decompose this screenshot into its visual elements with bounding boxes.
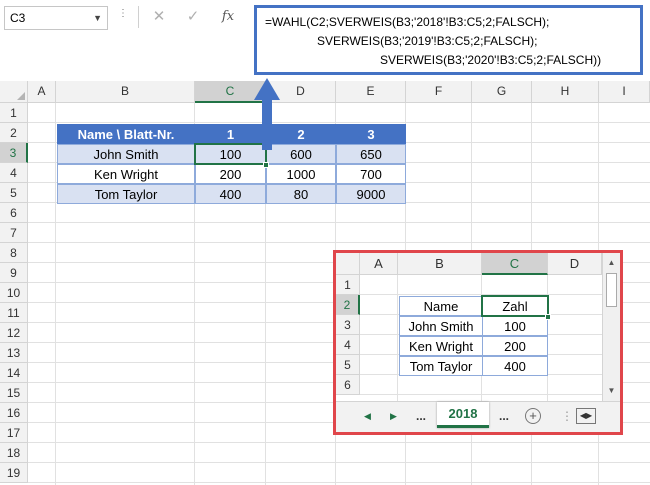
name-box-value: C3 — [10, 11, 26, 25]
column-header-g[interactable]: G — [472, 81, 532, 103]
row-header-5[interactable]: 5 — [0, 183, 28, 203]
formula-bar-separator — [138, 6, 139, 28]
next-sheet-icon[interactable]: ▶ — [390, 411, 397, 422]
row-header-16[interactable]: 16 — [0, 403, 28, 423]
gridline — [397, 275, 398, 401]
table-cell[interactable]: Ken Wright — [57, 164, 195, 184]
row-header-9[interactable]: 9 — [0, 263, 28, 283]
prev-sheet-icon[interactable]: ◀ — [364, 411, 371, 422]
inset-row-header-3[interactable]: 3 — [336, 315, 360, 335]
row-header-11[interactable]: 11 — [0, 303, 28, 323]
row-header-2[interactable]: 2 — [0, 123, 28, 143]
inset-table-cell[interactable]: John Smith — [399, 316, 483, 336]
formula-line-1: =WAHL(C2;SVERWEIS(B3;'2018'!B3:C5;2;FALS… — [265, 15, 550, 29]
gridline — [55, 103, 56, 485]
column-header-b[interactable]: B — [56, 81, 195, 103]
inset-row-header-2[interactable]: 2 — [336, 295, 360, 315]
enter-icon[interactable]: ✓ — [180, 6, 206, 28]
tab-options-icon[interactable]: ⋮ — [561, 409, 573, 423]
add-sheet-icon[interactable]: + — [525, 408, 541, 424]
select-all-corner[interactable] — [336, 253, 360, 275]
scroll-thumb[interactable] — [606, 273, 617, 307]
table-header-cell[interactable]: 1 — [195, 124, 266, 144]
inset-table-cell[interactable]: 400 — [482, 356, 548, 376]
inset-row-header-1[interactable]: 1 — [336, 275, 360, 295]
formula-line-2: SVERWEIS(B3;'2019'!B3:C5;2;FALSCH); — [317, 34, 538, 48]
table-cell[interactable]: 700 — [336, 164, 406, 184]
inset-column-header-c[interactable]: C — [482, 253, 548, 275]
column-header-i[interactable]: I — [599, 81, 650, 103]
row-header-8[interactable]: 8 — [0, 243, 28, 263]
table-header-cell[interactable]: 3 — [336, 124, 406, 144]
sheet-2018-preview: A B C D 1 2 3 4 5 6 Name Zahl John Smith… — [333, 250, 623, 435]
select-all-corner[interactable] — [0, 81, 28, 103]
column-header-a[interactable]: A — [28, 81, 56, 103]
table-header-cell[interactable]: 2 — [266, 124, 336, 144]
scroll-split-icon[interactable]: ◀▶ — [576, 408, 596, 424]
inset-table-cell[interactable]: 100 — [482, 316, 548, 336]
more-sheets-right[interactable]: ... — [499, 409, 509, 423]
table-cell[interactable]: Tom Taylor — [57, 184, 195, 204]
row-header-1[interactable]: 1 — [0, 103, 28, 123]
inset-row-header-5[interactable]: 5 — [336, 355, 360, 375]
inset-table-cell[interactable]: Ken Wright — [399, 336, 483, 356]
scroll-down-icon[interactable]: ▼ — [605, 384, 618, 398]
vertical-scrollbar[interactable]: ▲ ▼ — [602, 253, 620, 401]
cancel-icon[interactable]: ✕ — [146, 6, 172, 28]
inset-row-header-6[interactable]: 6 — [336, 375, 360, 395]
inset-column-header-a[interactable]: A — [360, 253, 398, 275]
sheet-tab-bar: ◀ ▶ ... 2018 ... + ⋮ ◀▶ — [336, 401, 620, 432]
inset-fill-handle[interactable] — [545, 314, 551, 320]
inset-row-header-4[interactable]: 4 — [336, 335, 360, 355]
callout-arrow-head — [254, 78, 280, 100]
active-cell-border — [194, 143, 267, 165]
table-cell[interactable]: 9000 — [336, 184, 406, 204]
inset-table-header-cell[interactable]: Name — [399, 296, 483, 316]
more-sheets-left[interactable]: ... — [416, 409, 426, 423]
row-header-10[interactable]: 10 — [0, 283, 28, 303]
row-header-14[interactable]: 14 — [0, 363, 28, 383]
callout-arrow-shaft — [262, 98, 272, 150]
inset-active-cell-border — [481, 295, 549, 317]
fill-handle[interactable] — [263, 162, 269, 168]
table-cell[interactable]: 600 — [266, 144, 336, 164]
row-header-15[interactable]: 15 — [0, 383, 28, 403]
grip-icon: ⋮ — [118, 8, 128, 19]
insert-function-icon[interactable]: fx — [215, 6, 241, 28]
row-header-7[interactable]: 7 — [0, 223, 28, 243]
scroll-up-icon[interactable]: ▲ — [605, 256, 618, 270]
table-cell[interactable]: 1000 — [266, 164, 336, 184]
inset-table-cell[interactable]: Tom Taylor — [399, 356, 483, 376]
table-cell[interactable]: 200 — [195, 164, 266, 184]
table-cell[interactable]: 400 — [195, 184, 266, 204]
table-header-cell[interactable]: Name \ Blatt-Nr. — [57, 124, 195, 144]
table-cell[interactable]: John Smith — [57, 144, 195, 164]
row-header-18[interactable]: 18 — [0, 443, 28, 463]
column-header-h[interactable]: H — [532, 81, 599, 103]
formula-input[interactable]: =WAHL(C2;SVERWEIS(B3;'2018'!B3:C5;2;FALS… — [254, 5, 643, 75]
column-header-f[interactable]: F — [406, 81, 472, 103]
inset-column-header-d[interactable]: D — [548, 253, 602, 275]
row-header-3[interactable]: 3 — [0, 143, 28, 163]
column-header-e[interactable]: E — [336, 81, 406, 103]
row-header-17[interactable]: 17 — [0, 423, 28, 443]
row-header-4[interactable]: 4 — [0, 163, 28, 183]
chevron-down-icon[interactable]: ▼ — [93, 7, 102, 29]
inset-column-header-b[interactable]: B — [398, 253, 482, 275]
table-cell[interactable]: 80 — [266, 184, 336, 204]
row-header-6[interactable]: 6 — [0, 203, 28, 223]
name-box[interactable]: C3 ▼ — [4, 6, 108, 30]
inset-table-cell[interactable]: 200 — [482, 336, 548, 356]
formula-line-3: SVERWEIS(B3;'2020'!B3:C5;2;FALSCH)) — [380, 53, 602, 67]
table-cell[interactable]: 650 — [336, 144, 406, 164]
row-header-12[interactable]: 12 — [0, 323, 28, 343]
row-header-19[interactable]: 19 — [0, 463, 28, 483]
sheet-tab-2018[interactable]: 2018 — [437, 402, 489, 428]
select-all-triangle-icon — [17, 92, 25, 100]
row-header-13[interactable]: 13 — [0, 343, 28, 363]
